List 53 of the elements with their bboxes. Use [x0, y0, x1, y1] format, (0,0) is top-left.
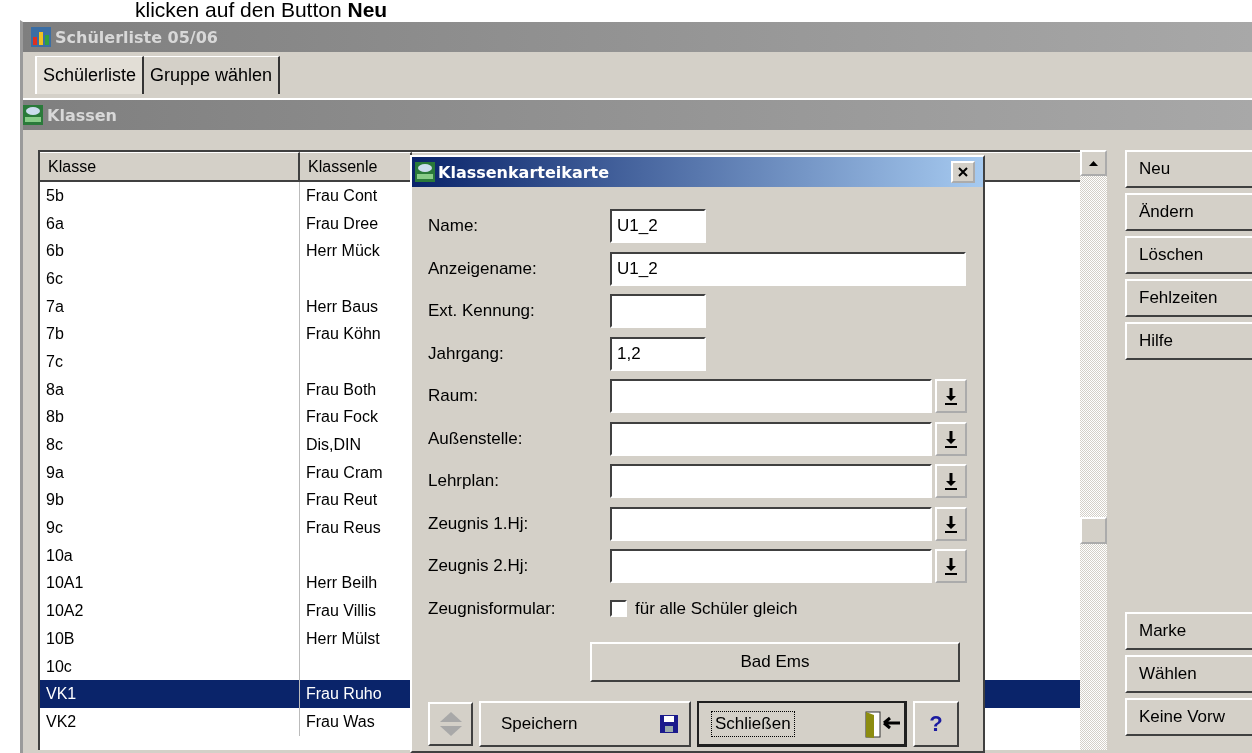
field-label: Außenstelle:: [428, 428, 524, 449]
field-label: Ext. Kennung:: [428, 301, 536, 322]
table-cell-text: Frau Cram: [305, 463, 384, 482]
table-cell-text: Frau Villis: [305, 602, 377, 621]
table-cell-text: Frau Reus: [305, 519, 382, 538]
table-cell: 10a: [40, 541, 300, 570]
field-label: Lehrplan:: [428, 471, 500, 492]
field-label: Anzeigename:: [428, 258, 538, 279]
window-title: Schülerliste 05/06: [55, 27, 218, 47]
table-cell: 7b: [40, 320, 300, 349]
table-cell-text: Herr Mück: [305, 242, 381, 261]
table-cell-text: Frau Dree: [305, 214, 380, 233]
checkbox-label: für alle Schüler gleich: [635, 598, 798, 619]
table-cell: 6a: [40, 209, 300, 238]
table-cell: 7a: [40, 292, 300, 321]
table-cell: 6b: [40, 237, 300, 266]
table-cell: 9b: [40, 486, 300, 515]
table-cell-text: Herr Beilh: [305, 574, 379, 593]
table-cell: 10B: [40, 625, 300, 653]
table-cell: 9a: [40, 458, 300, 487]
field-label: Name:: [428, 216, 480, 237]
table-cell: 8c: [40, 431, 300, 459]
field-label: Jahrgang:: [428, 343, 505, 364]
table-cell-text: Herr Baus: [305, 297, 380, 316]
field-label: Zeugnisformular:: [428, 598, 557, 619]
table-cell: 5b: [40, 182, 300, 210]
field-value: 1,2: [617, 343, 641, 364]
table-cell: VK1: [40, 680, 300, 709]
field-value: U1_2: [617, 216, 658, 237]
table-cell: 7c: [40, 348, 300, 376]
table-cell: VK2: [40, 708, 300, 736]
field-label: Raum:: [428, 386, 480, 407]
table-cell-text: Frau Was: [305, 712, 376, 731]
field-label: Zeugnis 2.Hj:: [428, 556, 530, 577]
table-cell: 6c: [40, 265, 300, 293]
instruction-text: klicken auf den Button Neu: [134, 0, 389, 20]
table-cell-text: Frau Köhn: [305, 325, 382, 344]
table-cell-text: Herr Mülst: [305, 629, 381, 648]
field-label: Zeugnis 1.Hj:: [428, 513, 530, 534]
field-value: U1_2: [617, 258, 658, 279]
table-cell-text: Frau Cont: [305, 186, 379, 205]
window-title: Klassen: [47, 105, 117, 125]
table-cell: 8b: [40, 403, 300, 432]
table-cell: 10A2: [40, 597, 300, 625]
dialog-title: Klassenkarteikarte: [438, 162, 611, 182]
table-cell-text: Frau Reut: [305, 491, 379, 510]
table-cell-text: Frau Ruho: [305, 685, 383, 704]
table-cell: 10A1: [40, 569, 300, 598]
table-cell: 9c: [40, 514, 300, 542]
table-cell-text: Frau Both: [305, 380, 378, 399]
table-cell-text: Frau Fock: [305, 408, 379, 427]
table-cell-text: Dis,DIN: [305, 436, 363, 455]
table-cell: 8a: [40, 375, 300, 404]
